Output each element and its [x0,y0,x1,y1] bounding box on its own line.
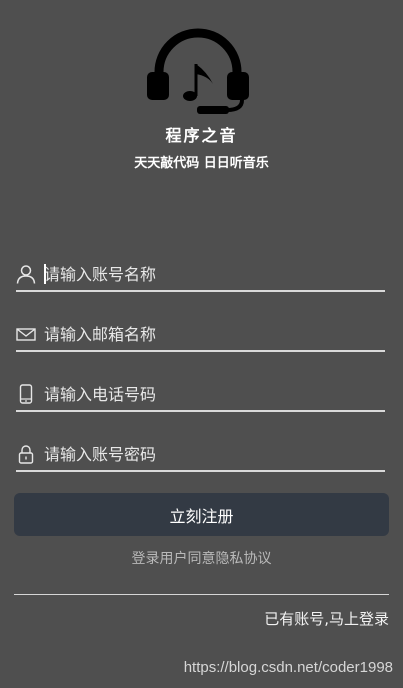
phone-input[interactable] [44,380,374,408]
email-input[interactable] [44,320,374,348]
password-input[interactable] [44,440,374,468]
phone-icon [19,384,33,404]
phone-field[interactable] [16,378,385,412]
headphones-music-note-icon [147,28,249,114]
text-cursor [44,264,46,284]
privacy-agreement-link[interactable]: 登录用户同意隐私协议 [0,548,403,568]
register-button[interactable]: 立刻注册 [14,493,389,536]
app-name: 程序之音 [165,126,238,145]
app-slogan: 天天敲代码 日日听音乐 [134,156,269,171]
envelope-icon [16,328,36,341]
login-link[interactable]: 已有账号,马上登录 [264,608,389,629]
email-field[interactable] [16,318,385,352]
account-input[interactable] [44,260,374,288]
user-icon [16,265,36,284]
divider [14,594,389,595]
account-field[interactable] [16,258,385,292]
lock-icon [18,445,34,464]
password-field[interactable] [16,438,385,472]
watermark: https://blog.csdn.net/coder1998 [183,659,393,676]
